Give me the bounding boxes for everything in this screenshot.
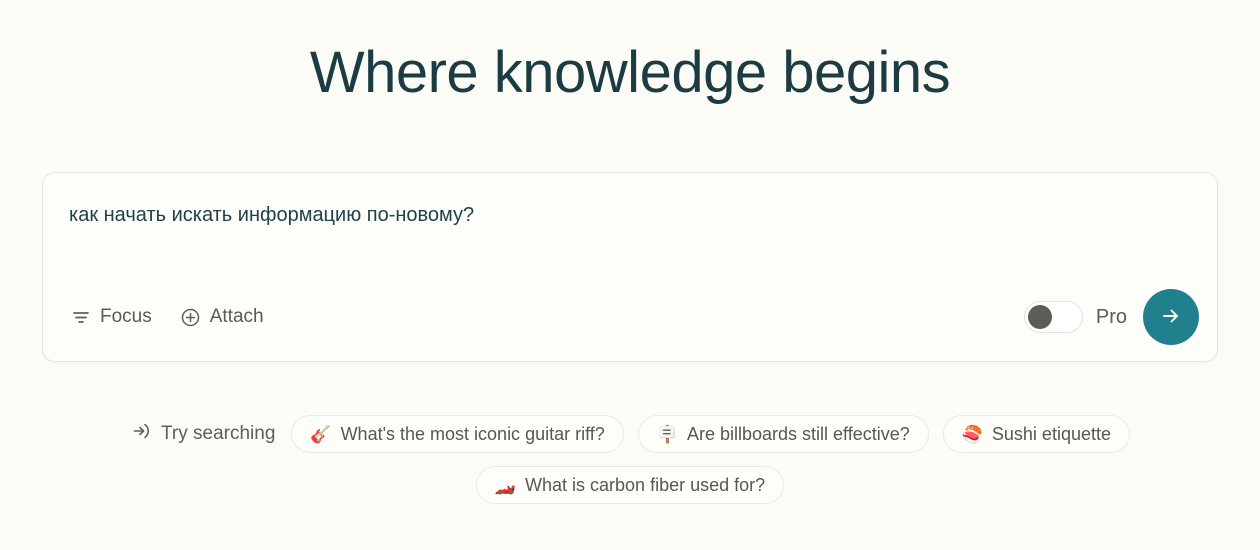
sign-emoji: 🪧 <box>656 424 678 444</box>
suggestion-chip-label: Are billboards still effective? <box>686 423 910 444</box>
pro-toggle-group[interactable]: Pro <box>1023 301 1127 333</box>
suggestion-chip-carbon-fiber[interactable]: 🏎️ What is carbon fiber used for? <box>475 466 785 504</box>
attach-button[interactable]: Attach <box>178 302 266 332</box>
pro-toggle-label: Pro <box>1095 305 1127 328</box>
suggestion-chip-guitar[interactable]: 🎸 What's the most iconic guitar riff? <box>291 415 624 453</box>
pro-toggle[interactable] <box>1023 301 1083 333</box>
filter-icon <box>71 307 91 327</box>
page-title: Where knowledge begins <box>309 40 951 105</box>
pro-toggle-knob <box>1027 305 1052 329</box>
sushi-emoji: 🍣 <box>961 424 983 444</box>
composer-toolbar: Focus Attach Pro <box>43 273 1217 361</box>
focus-button-label: Focus <box>100 306 152 327</box>
search-input[interactable]: как начать искать информацию по-новому? <box>69 201 1187 229</box>
suggestion-chip-label: What's the most iconic guitar riff? <box>340 423 605 444</box>
home-screen: Where knowledge begins как начать искать… <box>0 0 1260 550</box>
composer-toolbar-right: Pro <box>1023 289 1199 345</box>
suggestion-chip-label: Sushi etiquette <box>991 423 1111 444</box>
suggestion-chip-sushi[interactable]: 🍣 Sushi etiquette <box>942 415 1130 453</box>
suggestions-bar: Try searching 🎸 What's the most iconic g… <box>0 415 1260 504</box>
search-composer-card[interactable]: как начать искать информацию по-новому? … <box>42 172 1218 362</box>
plus-circle-icon <box>180 307 201 328</box>
sign-in-arrow-icon <box>132 421 152 447</box>
guitar-emoji: 🎸 <box>310 424 332 444</box>
suggestion-chip-billboards[interactable]: 🪧 Are billboards still effective? <box>637 415 929 453</box>
suggestion-chip-label: What is carbon fiber used for? <box>525 474 766 495</box>
try-searching-text: Try searching <box>161 423 276 444</box>
try-searching-label: Try searching <box>130 421 277 447</box>
attach-button-label: Attach <box>209 306 264 327</box>
arrow-right-icon <box>1159 304 1183 331</box>
focus-button[interactable]: Focus <box>69 302 154 332</box>
racing-car-emoji: 🏎️ <box>494 475 517 495</box>
submit-button[interactable] <box>1143 289 1199 345</box>
composer-toolbar-left: Focus Attach <box>69 302 266 332</box>
suggestions-row-2: 🏎️ What is carbon fiber used for? <box>60 466 1200 504</box>
